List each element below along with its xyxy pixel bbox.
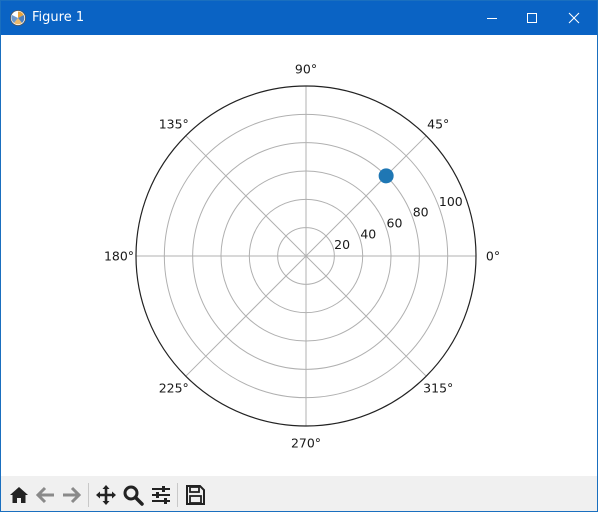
toolbar-separator — [88, 483, 89, 507]
theta-tick-label: 45° — [427, 116, 449, 131]
pan-button[interactable] — [94, 483, 118, 507]
theta-tick-label: 315° — [423, 381, 453, 396]
minimize-icon — [487, 18, 497, 19]
minimize-button[interactable] — [472, 1, 512, 35]
polar-plot: 0° 45° 90° 135° 180° 225° 270° 315° 20 40 60 80 100 — [104, 62, 500, 451]
save-button[interactable] — [183, 483, 207, 507]
move-icon — [96, 485, 116, 505]
navigation-toolbar — [1, 476, 597, 511]
r-tick-label: 60 — [387, 215, 403, 230]
figure-window: Figure 1 0° 45° 90° 135° 180° 225° 270° 315° 20… — [0, 0, 598, 512]
home-button[interactable] — [7, 483, 31, 507]
back-button[interactable] — [34, 483, 58, 507]
magnifier-icon — [123, 485, 144, 506]
theta-tick-label: 180° — [104, 249, 134, 264]
r-tick-label: 40 — [360, 226, 376, 241]
maximize-button[interactable] — [512, 1, 552, 35]
theta-tick-label: 135° — [159, 116, 189, 131]
window-title: Figure 1 — [32, 10, 85, 25]
close-button[interactable] — [554, 1, 594, 35]
title-bar[interactable]: Figure 1 — [1, 1, 597, 35]
maximize-icon — [527, 13, 537, 23]
arrow-left-icon — [35, 486, 54, 504]
r-tick-label: 80 — [413, 205, 429, 220]
sliders-icon — [152, 486, 170, 504]
data-points — [378, 168, 394, 184]
figure-canvas[interactable]: 0° 45° 90° 135° 180° 225° 270° 315° 20 40 60 80 100 — [1, 35, 597, 476]
floppy-disk-icon — [186, 485, 205, 505]
forward-button[interactable] — [59, 483, 83, 507]
zoom-button[interactable] — [121, 483, 145, 507]
toolbar-separator — [177, 483, 178, 507]
r-tick-label: 20 — [334, 237, 350, 252]
theta-tick-label: 90° — [295, 62, 317, 77]
home-icon — [10, 487, 28, 503]
arrow-right-icon — [63, 486, 82, 504]
theta-tick-label: 270° — [291, 436, 321, 451]
r-tick-label: 100 — [439, 194, 463, 209]
data-point — [378, 168, 394, 184]
close-icon — [568, 12, 580, 24]
theta-tick-label: 0° — [486, 249, 500, 264]
theta-tick-label: 225° — [159, 381, 189, 396]
configure-button[interactable] — [149, 483, 173, 507]
polar-grid — [136, 86, 476, 426]
matplotlib-logo-icon — [10, 10, 26, 26]
